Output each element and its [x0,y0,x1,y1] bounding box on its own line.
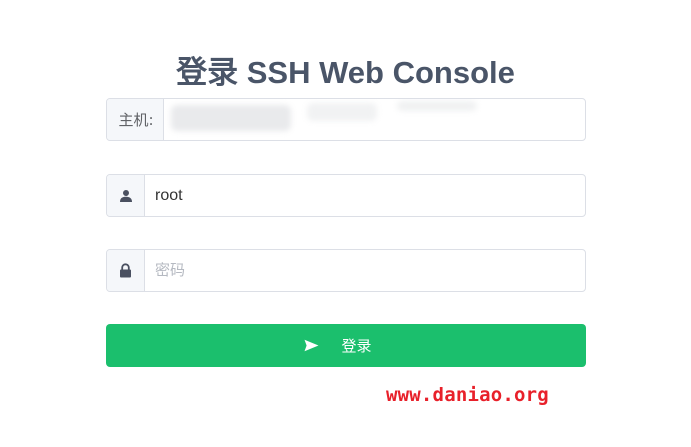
user-icon [107,175,145,216]
watermark: www.daniao.org [386,384,549,406]
send-icon [304,339,319,352]
username-field [106,174,586,217]
password-input[interactable] [145,250,585,291]
page-title: 登录 SSH Web Console [176,55,515,90]
redacted-host-blur-3 [397,101,477,111]
redacted-host-blur-2 [307,103,377,121]
login-page: 登录 SSH Web Console 主机: root 登录 www.dania… [0,0,691,447]
username-input[interactable] [145,175,585,216]
login-button-label: 登录 [341,337,372,355]
login-button[interactable]: 登录 [106,324,586,367]
redacted-host-blur [171,105,291,131]
lock-icon [107,250,145,291]
password-field [106,249,586,292]
host-label: 主机: [107,99,164,140]
host-field: 主机: [106,98,586,141]
